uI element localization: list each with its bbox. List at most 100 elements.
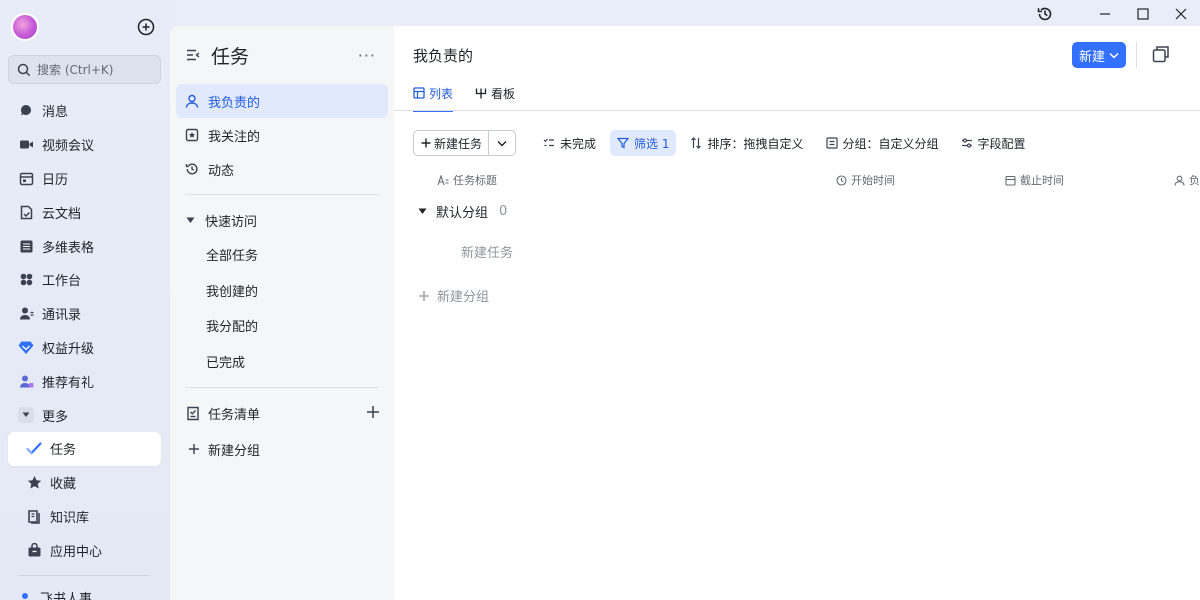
caret-down-icon [18, 407, 34, 424]
new-task-row[interactable]: 新建任务 [461, 242, 513, 261]
bookmark-star-icon [184, 127, 200, 143]
open-window-icon[interactable] [1152, 45, 1172, 65]
group-button[interactable]: 分组：自定义分组 [819, 130, 946, 156]
doc-icon [18, 204, 34, 220]
close-icon[interactable] [1162, 4, 1200, 24]
add-circle-icon[interactable] [136, 17, 156, 37]
minimize-icon[interactable] [1086, 4, 1124, 24]
column-header-title[interactable]: 任务标题 [437, 172, 497, 188]
filter-button[interactable]: 筛选 1 [610, 130, 677, 156]
nav-item-contacts[interactable]: 通讯录 [8, 297, 161, 331]
quick-access-header[interactable]: 快速访问 [176, 203, 388, 237]
contacts-icon [18, 306, 34, 322]
calendar-icon [18, 170, 34, 186]
nav-item-video[interactable]: 视频会议 [8, 128, 161, 162]
nav-item-hr[interactable]: 飞书人事 [18, 588, 92, 600]
search-input[interactable]: 搜索 (Ctrl+K) [8, 55, 161, 84]
gift-user-icon [18, 373, 34, 389]
new-task-button[interactable]: 新建任务 [414, 131, 490, 155]
task-sidebar: 任务 ··· 我负责的 我关注的 动态 快速访问 全部任务 我创建的 我分配的 … [170, 26, 394, 600]
divider [185, 194, 379, 195]
group-header[interactable]: 默认分组 0 [418, 202, 507, 221]
table-icon [18, 238, 34, 254]
workbench-icon [18, 272, 34, 288]
diamond-icon [18, 339, 34, 355]
column-label: 任务标题 [453, 174, 497, 187]
nav-item-favorites[interactable]: 收藏 [8, 466, 161, 500]
created-by-me-item[interactable]: 我创建的 [176, 273, 388, 309]
avatar[interactable] [11, 13, 39, 41]
sort-button[interactable]: 排序：拖拽自定义 [683, 130, 810, 156]
chevron-down-icon [1109, 52, 1119, 59]
activity-item[interactable]: 动态 [176, 152, 388, 186]
nav-item-calendar[interactable]: 日历 [8, 162, 161, 196]
nav-item-messages[interactable]: 消息 [8, 94, 161, 128]
nav-item-wiki[interactable]: 知识库 [8, 500, 161, 534]
assigned-by-me-item[interactable]: 我分配的 [176, 308, 388, 344]
more-icon[interactable]: ··· [358, 46, 376, 65]
nav-item-tasks[interactable]: 任务 [8, 431, 161, 466]
column-header-due[interactable]: 截止时间 [1005, 172, 1064, 188]
hr-icon [18, 591, 32, 600]
tab-label: 列表 [429, 86, 454, 101]
page-title: 我负责的 [413, 47, 474, 65]
add-list-icon[interactable] [366, 405, 380, 419]
caret-down-icon [418, 208, 427, 215]
window-controls [1026, 4, 1200, 24]
column-label: 负 [1189, 174, 1200, 187]
nav-item-more[interactable]: 更多 [8, 398, 161, 432]
nav-item-upgrade[interactable]: 权益升级 [8, 331, 161, 365]
nav-item-referral[interactable]: 推荐有礼 [8, 364, 161, 398]
main-content: 我负责的 新建 列表 看板 新建任务 未完成 筛选 1 排序：拖拽自定义 分组：… [394, 26, 1200, 600]
column-header-start[interactable]: 开始时间 [836, 172, 895, 188]
panel-title: 任务 [211, 45, 250, 68]
completed-item[interactable]: 已完成 [176, 344, 388, 380]
user-icon [184, 93, 200, 109]
library-icon [26, 508, 42, 524]
new-button[interactable]: 新建 [1072, 42, 1126, 68]
button-label: 筛选 1 [634, 136, 670, 151]
section-label: 快速访问 [205, 214, 258, 230]
filter-icon [617, 137, 630, 149]
nav-divider [18, 575, 150, 576]
task-list-header[interactable]: 任务清单 [176, 396, 388, 430]
my-following-item[interactable]: 我关注的 [176, 118, 388, 152]
column-label: 截止时间 [1020, 174, 1064, 187]
nav-item-label: 知识库 [50, 510, 90, 526]
maximize-icon[interactable] [1124, 4, 1162, 24]
button-label: 新建 [1078, 49, 1105, 65]
my-responsible-item[interactable]: 我负责的 [176, 84, 388, 118]
tabs-divider [394, 110, 1200, 111]
new-task-dropdown[interactable] [489, 131, 515, 155]
section-label: 任务清单 [208, 407, 261, 423]
view-tabs: 列表 看板 [413, 82, 515, 112]
tab-list[interactable]: 列表 [413, 82, 454, 112]
nav-item-label: 任务 [50, 443, 77, 459]
plus-icon [418, 290, 430, 302]
toolbar: 新建任务 未完成 筛选 1 排序：拖拽自定义 分组：自定义分组 字段配置 [413, 130, 1033, 156]
group-icon [825, 137, 838, 149]
uncompleted-filter[interactable]: 未完成 [536, 130, 603, 156]
search-placeholder: 搜索 (Ctrl+K) [37, 63, 114, 77]
collapse-panel-icon[interactable] [185, 47, 201, 63]
divider [1136, 42, 1137, 68]
nav-item-appcenter[interactable]: 应用中心 [8, 533, 161, 567]
nav-item-bitable[interactable]: 多维表格 [8, 229, 161, 263]
new-group-button[interactable]: 新建分组 [418, 286, 489, 305]
checklist-icon [186, 406, 200, 421]
item-label: 动态 [208, 163, 235, 179]
all-tasks-item[interactable]: 全部任务 [176, 237, 388, 273]
chevron-down-icon [497, 140, 507, 147]
nav-item-label: 工作台 [42, 274, 82, 290]
field-config-button[interactable]: 字段配置 [954, 130, 1033, 156]
nav-item-label: 消息 [42, 105, 69, 121]
tab-board[interactable]: 看板 [475, 82, 515, 104]
nav-item-docs[interactable]: 云文档 [8, 195, 161, 229]
plus-icon [421, 138, 431, 148]
nav-item-workbench[interactable]: 工作台 [8, 263, 161, 297]
column-label: 开始时间 [851, 174, 895, 187]
history-icon[interactable] [1026, 4, 1064, 24]
nav-item-label: 视频会议 [42, 139, 95, 155]
column-header-assignee[interactable]: 负 [1174, 172, 1200, 188]
new-group-button[interactable]: 新建分组 [176, 430, 388, 468]
